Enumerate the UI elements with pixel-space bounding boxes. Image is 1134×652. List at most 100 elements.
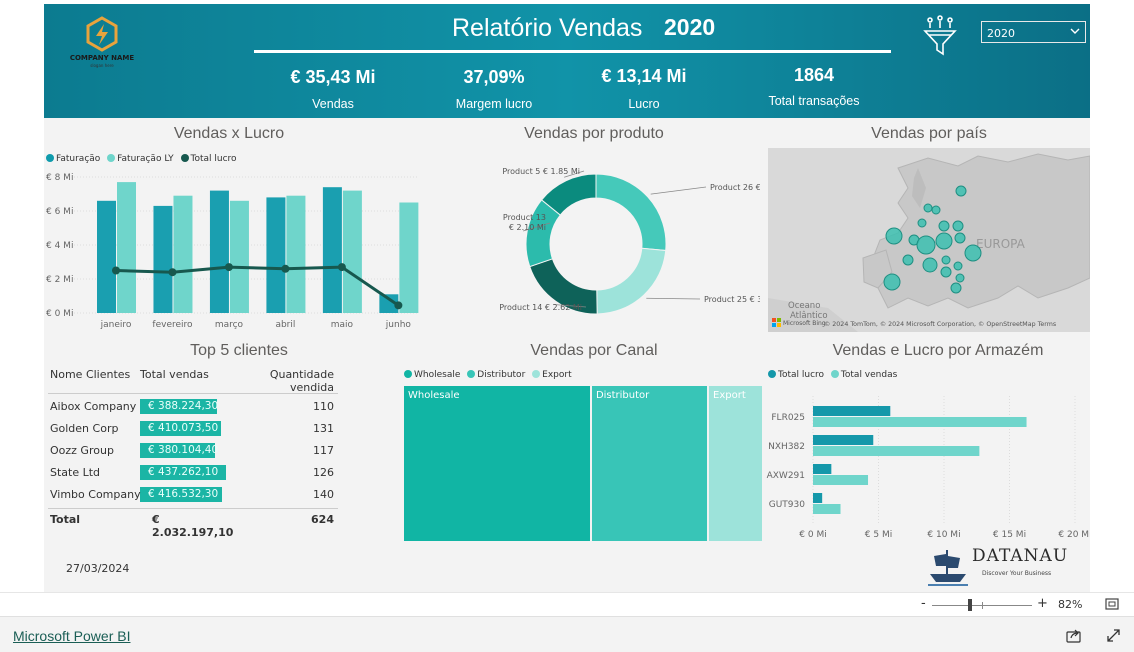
legend-wholesale[interactable]: Wholesale	[404, 370, 460, 380]
map-bubble[interactable]	[938, 220, 950, 232]
legend-export[interactable]: Export	[532, 370, 572, 380]
col-header-quantidade[interactable]: Quantidade vendida	[234, 368, 334, 394]
vendas-armazem-title: Vendas e Lucro por Armazém	[832, 342, 1044, 359]
table-row[interactable]: State Ltd € 437.262,10 126	[48, 462, 338, 484]
legend-faturacao-ly[interactable]: Faturação LY	[107, 154, 174, 164]
datanau-name: DATANAU	[972, 546, 1069, 566]
vendas-pais-map[interactable]: EUROPA Oceano Atlântico Microsoft Bing ©…	[768, 148, 1090, 332]
zoom-in-button[interactable]: +	[1037, 596, 1048, 611]
legend-label: Export	[542, 370, 572, 380]
filter-funnel-icon[interactable]	[922, 14, 958, 58]
year-slicer-dropdown[interactable]: 2020	[981, 21, 1086, 43]
map-bubble[interactable]	[955, 273, 965, 283]
legend-total-vendas[interactable]: Total vendas	[830, 370, 897, 380]
bing-label: Microsoft Bing	[783, 320, 826, 327]
share-icon[interactable]	[1066, 628, 1082, 643]
map-bubble[interactable]	[964, 244, 982, 262]
map-bubble[interactable]	[940, 266, 952, 278]
table-row[interactable]: Aibox Company € 388.224,30 110	[48, 396, 338, 418]
map-bubble[interactable]	[923, 203, 933, 213]
point-total-lucro	[281, 264, 290, 273]
col-header-nome[interactable]: Nome Clientes	[50, 368, 130, 381]
map-bubble[interactable]	[916, 235, 936, 255]
cell-quantidade: 131	[313, 422, 334, 435]
x-tick-label: € 5 Mi	[865, 530, 892, 540]
treemap-cell-distributor[interactable]: Distributor	[591, 386, 707, 541]
bar-faturacao	[266, 197, 286, 313]
zoom-level[interactable]: 82%	[1058, 598, 1082, 611]
cell-quantidade: 110	[313, 400, 334, 413]
cell-nome: State Ltd	[50, 466, 101, 479]
col-header-vendas[interactable]: Total vendas	[140, 368, 230, 381]
zoom-out-button[interactable]: -	[921, 596, 926, 611]
report-date: 27/03/2024	[66, 562, 130, 575]
total-quantidade: 624	[311, 513, 334, 526]
vendas-armazem-chart: € 0 Mi € 5 Mi € 10 Mi € 15 Mi € 20 Mi FLR025 N…	[767, 396, 1090, 540]
legend-faturacao[interactable]: Faturação	[46, 154, 100, 164]
donut-label: Product 14 € 2.62 Mi	[499, 303, 582, 312]
map-bubble[interactable]	[885, 227, 903, 245]
map-bubble[interactable]	[902, 254, 914, 266]
cell-nome: Aibox Company	[50, 400, 137, 413]
legend-label: Distributor	[477, 370, 526, 380]
x-tick-label: maio	[331, 320, 354, 330]
legend-total-lucro[interactable]: Total lucro	[768, 370, 824, 380]
map-bubble[interactable]	[941, 255, 951, 265]
map-label-europe: EUROPA	[976, 237, 1026, 251]
donut-slice	[596, 247, 667, 315]
legend-total-lucro[interactable]: Total lucro	[180, 154, 237, 164]
map-bubble[interactable]	[931, 205, 941, 215]
map-canvas: EUROPA Oceano Atlântico Microsoft Bing ©…	[768, 153, 1090, 332]
map-bubble[interactable]	[950, 282, 962, 294]
cell-quantidade: 140	[313, 488, 334, 501]
map-bubble[interactable]	[953, 261, 963, 271]
y-category-label: FLR025	[771, 413, 805, 423]
map-bubble[interactable]	[917, 218, 927, 228]
top-clientes-table: Nome Clientes Total vendas Quantidade ve…	[48, 364, 338, 539]
table-row[interactable]: Oozz Group € 380.104,40 117	[48, 440, 338, 462]
kpi-margem-label: Margem lucro	[455, 97, 533, 111]
map-bubble[interactable]	[935, 232, 953, 250]
y-tick-label: € 4 Mi	[46, 241, 73, 251]
map-bubble[interactable]	[954, 232, 966, 244]
datanau-logo: DATANAU Discover Your Business	[926, 542, 1086, 592]
point-total-lucro	[168, 268, 177, 277]
bar-total-lucro	[813, 464, 832, 474]
map-attribution[interactable]: © 2024 TomTom, © 2024 Microsoft Corporat…	[824, 320, 1056, 328]
fullscreen-icon[interactable]	[1106, 628, 1121, 643]
table-row[interactable]: Vimbo Company € 416.532,30 140	[48, 484, 338, 506]
x-tick-label: fevereiro	[152, 320, 193, 330]
bar-faturacao-ly	[173, 195, 193, 313]
fit-to-page-icon[interactable]	[1105, 598, 1119, 611]
zoom-slider-thumb[interactable]	[968, 599, 972, 611]
powerbi-link[interactable]: Microsoft Power BI	[13, 628, 130, 644]
legend-dot	[180, 154, 189, 162]
legend-distributor[interactable]: Distributor	[467, 370, 525, 380]
treemap-cell-export[interactable]: Export	[709, 386, 762, 541]
map-bubble[interactable]	[955, 185, 967, 197]
cell-quantidade: 117	[313, 444, 334, 457]
table-row[interactable]: Golden Corp € 410.073,50 131	[48, 418, 338, 440]
kpi-transacoes-label: Total transações	[768, 94, 860, 108]
map-label-ocean: Oceano	[788, 301, 820, 311]
legend-dot	[107, 154, 116, 162]
kpi-lucro-label: Lucro	[628, 97, 660, 111]
donut-leader-line	[650, 186, 707, 195]
map-bubble[interactable]	[883, 273, 901, 291]
header-divider	[254, 50, 891, 53]
datanau-tagline: Discover Your Business	[982, 570, 1052, 577]
kpi-vendas-label: Vendas	[312, 97, 354, 111]
bar-faturacao-ly	[399, 202, 419, 313]
map-bubble[interactable]	[922, 257, 938, 273]
bar-faturacao	[209, 190, 229, 313]
y-tick-label: € 6 Mi	[46, 207, 73, 217]
bar-total-lucro	[813, 406, 891, 416]
cell-vendas: € 388.224,30	[148, 400, 219, 412]
vendas-canal-treemap: Wholesale Distributor Export	[404, 386, 762, 541]
bar-faturacao	[322, 187, 342, 313]
treemap-cell-wholesale[interactable]: Wholesale	[404, 386, 590, 541]
map-bubble[interactable]	[952, 220, 964, 232]
vendas-lucro-legend: Faturação Faturação LY Total lucro	[46, 154, 241, 164]
total-vendas: € 2.032.197,10	[152, 513, 234, 539]
vendas-pais-title: Vendas por país	[871, 125, 987, 142]
